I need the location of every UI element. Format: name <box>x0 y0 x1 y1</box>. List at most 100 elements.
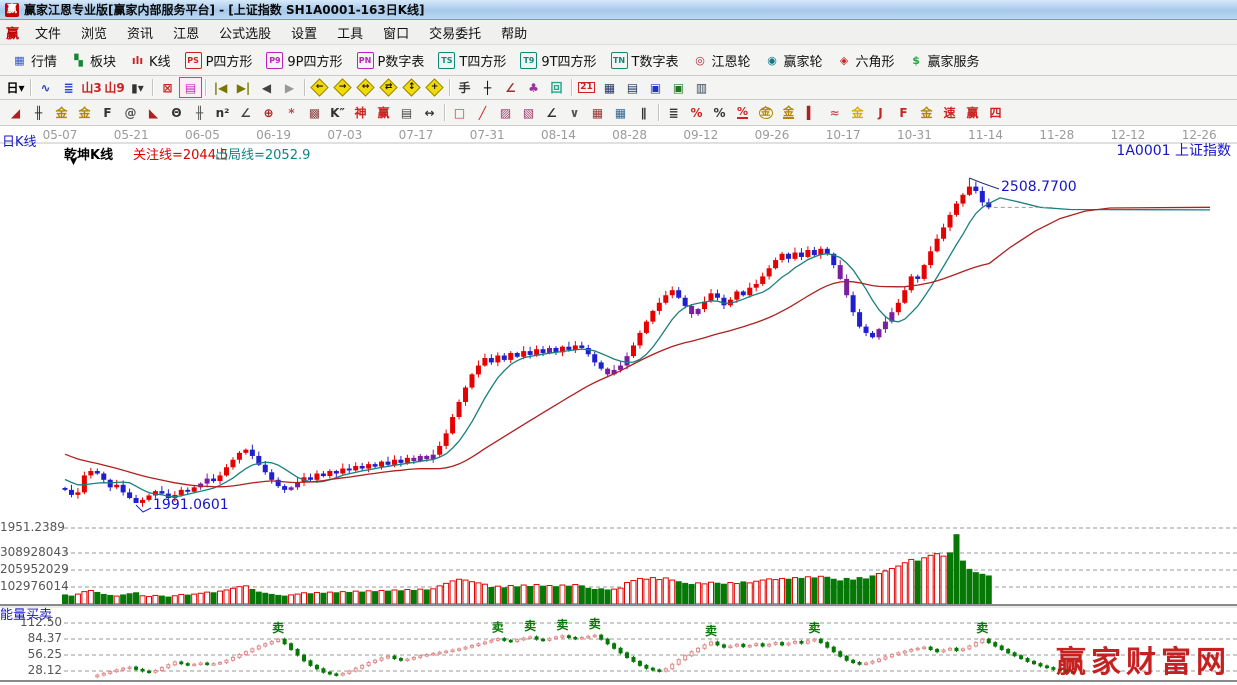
nav-prev-button[interactable]: ◀ <box>255 77 278 98</box>
wave-band-button[interactable]: ≈ <box>823 102 846 123</box>
winner-wheel-button[interactable]: ◉赢家轮 <box>758 48 830 73</box>
parallel-lines-button[interactable]: ∥ <box>632 102 655 123</box>
pan-left-button[interactable]: ← <box>308 77 331 98</box>
gann-pattern-button[interactable]: ⊠ <box>156 77 179 98</box>
gann-suit-button[interactable]: ♣ <box>522 77 545 98</box>
angle-tool-button[interactable]: ∠ <box>499 77 522 98</box>
hexagon-button[interactable]: ◈六角形 <box>830 48 902 73</box>
nine-p-square-button[interactable]: P99P四方形 <box>259 48 349 73</box>
shade-box-button[interactable]: ▧ <box>517 102 540 123</box>
price-levels-icon: ≣ <box>668 107 678 119</box>
ruler-123-button[interactable]: ▤ <box>395 102 418 123</box>
gold-levels-button[interactable]: 金 <box>777 102 800 123</box>
ying-angle-button[interactable]: 赢 <box>961 102 984 123</box>
f-lines-button[interactable]: F <box>96 102 119 123</box>
period-day-button[interactable]: 日▾ <box>4 77 27 98</box>
sectors-button[interactable]: ▚板块 <box>64 48 123 73</box>
calendar-button[interactable]: 21 <box>575 77 598 98</box>
trend-angles-button[interactable]: ∠ <box>540 102 563 123</box>
time-ticks-button[interactable]: ╫ <box>188 102 211 123</box>
fan-lines-button[interactable]: ╱ <box>471 102 494 123</box>
t-digit-table-button[interactable]: TNT数字表 <box>604 48 686 73</box>
menu-item-0[interactable]: 文件 <box>25 24 71 45</box>
grid-red-button[interactable]: ▦ <box>586 102 609 123</box>
four-angle-button[interactable]: 四 <box>984 102 1007 123</box>
shen-tool-button[interactable]: 神 <box>349 102 372 123</box>
angle-ruler-button[interactable]: ∠ <box>234 102 257 123</box>
gold-circle-button[interactable]: 金 <box>754 102 777 123</box>
t-square-button[interactable]: TST四方形 <box>431 48 513 73</box>
crosshair-button[interactable]: ┼ <box>476 77 499 98</box>
fan-shade-button[interactable]: ▨ <box>494 102 517 123</box>
expand-h-button[interactable]: ⇄ <box>377 77 400 98</box>
menu-item-2[interactable]: 资讯 <box>117 24 163 45</box>
expand-v-button[interactable]: ↕ <box>400 77 423 98</box>
menu-item-5[interactable]: 设置 <box>281 24 327 45</box>
pattern-search-button[interactable]: 回 <box>545 77 568 98</box>
system-menu-icon[interactable]: 赢 <box>6 23 19 42</box>
pan-right-button[interactable]: → <box>331 77 354 98</box>
wave-band-icon: ≈ <box>829 107 839 119</box>
menu-item-8[interactable]: 交易委托 <box>419 24 491 45</box>
kline-button[interactable]: ılıK线 <box>123 48 178 73</box>
nav-last-button[interactable]: ▶| <box>232 77 255 98</box>
notes-button[interactable]: ▤ <box>621 77 644 98</box>
menu-item-7[interactable]: 窗口 <box>373 24 419 45</box>
j-angle-button[interactable]: J <box>869 102 892 123</box>
nav-next-button[interactable]: ▶ <box>278 77 301 98</box>
grid-blue-button[interactable]: ▦ <box>609 102 632 123</box>
gann-ticks-button[interactable]: ╫ <box>27 102 50 123</box>
menu-item-9[interactable]: 帮助 <box>491 24 537 45</box>
pen-tool-button[interactable]: ◣ <box>142 102 165 123</box>
calculator-button[interactable]: ▦ <box>598 77 621 98</box>
n-squared-button[interactable]: n² <box>211 102 234 123</box>
menu-item-1[interactable]: 浏览 <box>71 24 117 45</box>
quotes-button[interactable]: ▦行情 <box>5 48 64 73</box>
chart-canvas[interactable]: 卖卖卖卖卖卖卖卖 <box>0 126 1237 685</box>
fit-all-button[interactable]: + <box>423 77 446 98</box>
menu-item-6[interactable]: 工具 <box>327 24 373 45</box>
nine-t-square-button[interactable]: T99T四方形 <box>513 48 603 73</box>
pct-frame-button[interactable]: % <box>685 102 708 123</box>
publish-button[interactable]: ▣ <box>667 77 690 98</box>
qiankun-kline-button[interactable]: ▤ <box>179 77 202 98</box>
zigzag-button[interactable]: ∨ <box>563 102 586 123</box>
star-rays-button[interactable]: * <box>280 102 303 123</box>
cycle-gauge-button[interactable]: Θ <box>165 102 188 123</box>
quote-list-button[interactable]: ≣ <box>57 77 80 98</box>
winner-service-button[interactable]: $赢家服务 <box>902 48 987 73</box>
k-marks-button[interactable]: K″ <box>326 102 349 123</box>
percent-button[interactable]: % <box>708 102 731 123</box>
intraday-chart-button[interactable]: ∿ <box>34 77 57 98</box>
spiral-button[interactable]: @ <box>119 102 142 123</box>
gold-yellow-button[interactable]: 金 <box>846 102 869 123</box>
gold-section2-button[interactable]: 金 <box>73 102 96 123</box>
nav-first-button[interactable]: |◀ <box>209 77 232 98</box>
knife-tool-button[interactable]: ◢ <box>4 102 27 123</box>
gann-compass-button[interactable]: ⊕ <box>257 102 280 123</box>
gold-angle-button[interactable]: 金 <box>915 102 938 123</box>
remote-pc-button[interactable]: ▥ <box>690 77 713 98</box>
save-button[interactable]: ▣ <box>644 77 667 98</box>
spider-web-button[interactable]: ▩ <box>303 102 326 123</box>
chart-area[interactable]: 卖卖卖卖卖卖卖卖 05-0705-2106-0506-1907-0307-170… <box>0 126 1237 685</box>
compress-h-button[interactable]: ↔ <box>354 77 377 98</box>
price-levels-button[interactable]: ≣ <box>662 102 685 123</box>
p-digit-table-button[interactable]: PNP数字表 <box>350 48 432 73</box>
brush-tool-button[interactable]: ▍ <box>800 102 823 123</box>
pct-lines-button[interactable]: % <box>731 102 754 123</box>
gold-section-button[interactable]: 金 <box>50 102 73 123</box>
menu-item-3[interactable]: 江恩 <box>163 24 209 45</box>
gann-wheel-button[interactable]: ◎江恩轮 <box>686 48 758 73</box>
ying-tool-button[interactable]: 赢 <box>372 102 395 123</box>
span-arrows-button[interactable]: ↔ <box>418 102 441 123</box>
ma9-button[interactable]: 山9 <box>103 77 126 98</box>
rect-tool-button[interactable]: □ <box>448 102 471 123</box>
ma3-button[interactable]: 山3 <box>80 77 103 98</box>
hand-tool-button[interactable]: 手 <box>453 77 476 98</box>
p-square-button[interactable]: PSP四方形 <box>178 48 260 73</box>
speed-angle-button[interactable]: 速 <box>938 102 961 123</box>
candle-style-button[interactable]: ▮▾ <box>126 77 149 98</box>
menu-item-4[interactable]: 公式选股 <box>209 24 281 45</box>
f-angle-button[interactable]: F <box>892 102 915 123</box>
